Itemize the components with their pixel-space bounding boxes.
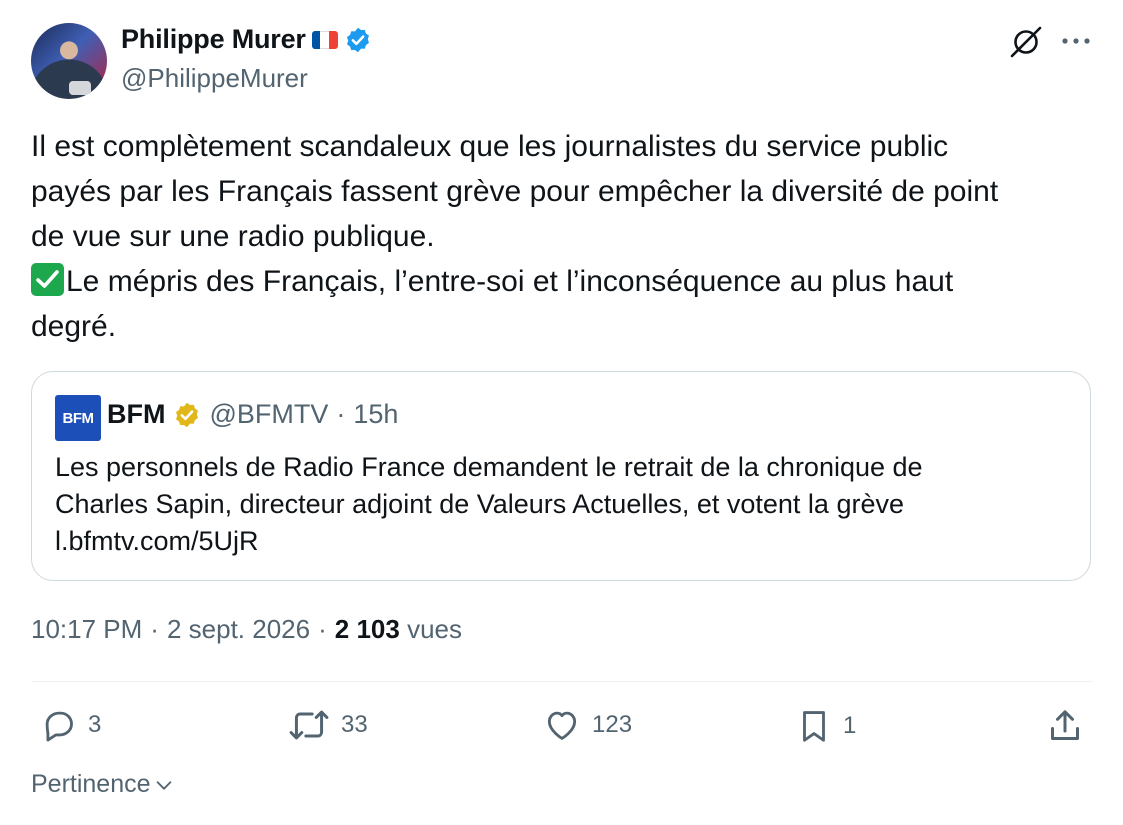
separator-dot: · bbox=[150, 614, 159, 644]
quoted-link[interactable]: l.bfmtv.com/5UjR bbox=[55, 523, 1065, 560]
tweet-line: Il est complètement scandaleux que les j… bbox=[31, 130, 949, 163]
tweet-line: payés par les Français fassent grève pou… bbox=[31, 175, 999, 208]
tweet-text: Il est complètement scandaleux que les j… bbox=[31, 124, 1096, 349]
bookmark-icon bbox=[803, 711, 825, 742]
verified-badge-icon bbox=[176, 402, 199, 427]
avatar[interactable] bbox=[31, 23, 107, 99]
separator-dot: · bbox=[318, 614, 327, 644]
bfm-logo: BFM bbox=[55, 395, 101, 441]
verified-badge-icon bbox=[346, 27, 369, 52]
author-name-row: Philippe Murer bbox=[121, 24, 372, 55]
quoted-tweet-header: BFM @BFMTV · 15h bbox=[107, 399, 398, 430]
check-emoji-icon bbox=[31, 263, 64, 296]
divider bbox=[31, 681, 1093, 682]
chevron-down-icon bbox=[156, 780, 171, 790]
like-icon bbox=[547, 711, 577, 740]
quoted-author-handle: @BFMTV bbox=[209, 399, 329, 429]
tweet-meta: 10:17 PM · 2 sept. 2026 · 2 103 vues bbox=[31, 614, 462, 645]
repost-button[interactable]: 33 bbox=[287, 706, 368, 744]
grok-icon[interactable] bbox=[1008, 24, 1044, 60]
tweet-line: de vue sur une radio publique. bbox=[31, 220, 435, 253]
author-handle[interactable]: @PhilippeMurer bbox=[121, 63, 308, 94]
quoted-tweet-text: Les personnels de Radio France demandent… bbox=[55, 449, 1065, 560]
author-name[interactable]: Philippe Murer bbox=[121, 24, 306, 55]
sort-dropdown[interactable]: Pertinence bbox=[31, 770, 175, 799]
repost-icon bbox=[289, 710, 329, 740]
quoted-author-name: BFM bbox=[107, 399, 166, 429]
quoted-time: 15h bbox=[353, 399, 399, 429]
bookmark-count: 1 bbox=[843, 712, 857, 739]
more-icon[interactable] bbox=[1058, 27, 1094, 55]
tweet-emoji-line-text: Le mépris des Français, l’entre-soi et l… bbox=[66, 265, 954, 298]
france-flag-icon bbox=[311, 30, 338, 49]
quoted-tweet-card[interactable]: BFM BFM @BFMTV · 15h Les personnels de R… bbox=[31, 371, 1091, 581]
bookmark-button[interactable]: 1 bbox=[795, 706, 856, 746]
reply-button[interactable]: 3 bbox=[40, 706, 101, 744]
share-button[interactable] bbox=[1045, 706, 1085, 746]
quoted-line: Les personnels de Radio France demandent… bbox=[55, 452, 923, 482]
views-label: vues bbox=[407, 614, 462, 644]
tweet-line: Le mépris des Français, l’entre-soi et l… bbox=[31, 259, 1096, 304]
reply-icon bbox=[45, 711, 73, 742]
tweet-date[interactable]: 2 sept. 2026 bbox=[167, 614, 310, 645]
share-icon bbox=[1051, 710, 1079, 740]
views-count: 2 103 bbox=[334, 614, 400, 644]
like-button[interactable]: 123 bbox=[542, 706, 632, 744]
separator-dot: · bbox=[336, 399, 346, 429]
reply-count: 3 bbox=[88, 711, 102, 738]
tweet-line: degré. bbox=[31, 310, 117, 343]
repost-count: 33 bbox=[341, 711, 368, 738]
tweet-time[interactable]: 10:17 PM bbox=[31, 614, 142, 645]
quoted-line: Charles Sapin, directeur adjoint de Vale… bbox=[55, 489, 904, 519]
sort-label: Pertinence bbox=[31, 770, 151, 798]
like-count: 123 bbox=[592, 711, 633, 738]
